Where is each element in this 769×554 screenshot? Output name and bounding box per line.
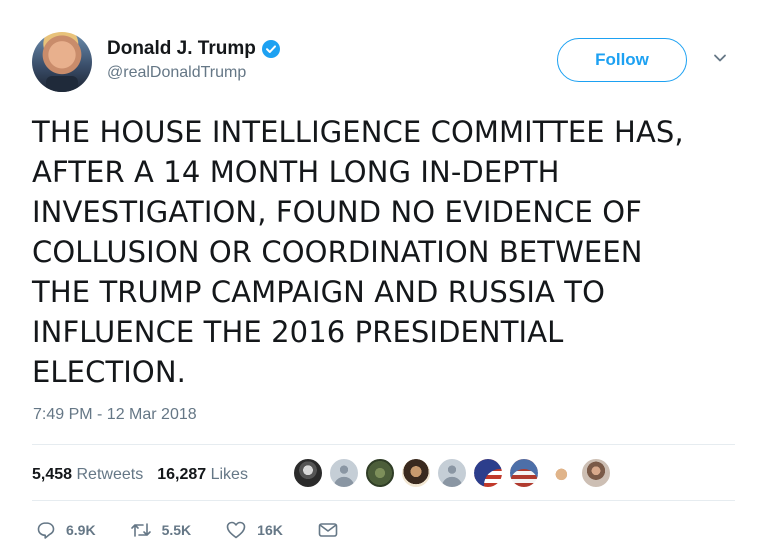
tweet-text-line: COLLUSION OR COORDINATION BETWEEN xyxy=(32,235,643,269)
tweet-text-line: THE HOUSE INTELLIGENCE COMMITTEE HAS, xyxy=(32,115,684,149)
tweet-text-line: INVESTIGATION, FOUND NO EVIDENCE OF xyxy=(32,195,642,229)
retweet-button[interactable]: 5.5K xyxy=(130,520,192,540)
divider xyxy=(32,444,735,445)
tweet-stats: 5,458 Retweets 16,287 Likes xyxy=(32,460,262,490)
liker-avatar[interactable] xyxy=(437,458,467,488)
likes-stat[interactable]: 16,287 Likes xyxy=(157,466,248,484)
likers-avatars xyxy=(293,458,611,488)
like-button[interactable]: 16K xyxy=(225,520,283,540)
liker-avatar[interactable] xyxy=(365,458,395,488)
liker-avatar[interactable] xyxy=(401,458,431,488)
retweet-icon xyxy=(130,523,151,537)
like-count: 16K xyxy=(257,522,283,538)
likes-count: 16,287 xyxy=(157,466,207,483)
liker-avatar[interactable] xyxy=(509,458,539,488)
reply-count: 6.9K xyxy=(66,522,96,538)
tweet-timestamp[interactable]: 7:49 PM - 12 Mar 2018 xyxy=(33,406,197,424)
retweets-stat[interactable]: 5,458 Retweets xyxy=(32,466,143,484)
tweet-text-line: AFTER A 14 MONTH LONG IN-DEPTH xyxy=(32,155,560,189)
reply-button[interactable]: 6.9K xyxy=(36,520,96,540)
chevron-down-icon[interactable] xyxy=(712,50,728,66)
retweets-count: 5,458 xyxy=(32,466,73,483)
liker-avatar[interactable] xyxy=(329,458,359,488)
verified-badge-icon xyxy=(261,40,280,58)
follow-button[interactable]: Follow xyxy=(557,38,687,82)
envelope-icon xyxy=(318,523,338,537)
liker-avatar[interactable] xyxy=(293,458,323,488)
heart-icon xyxy=(226,521,246,539)
liker-avatar[interactable] xyxy=(473,458,503,488)
tweet-header: Donald J. Trump @realDonaldTrump Follow xyxy=(32,30,737,94)
liker-avatar[interactable] xyxy=(545,458,575,488)
likes-label: Likes xyxy=(210,466,248,483)
tweet-actions: 6.9K 5.5K 16K xyxy=(36,520,383,540)
author-avatar[interactable] xyxy=(32,32,92,92)
retweet-count: 5.5K xyxy=(161,522,192,538)
retweets-label: Retweets xyxy=(76,466,144,483)
tweet-text-line: ELECTION. xyxy=(32,355,186,389)
reply-icon xyxy=(37,522,55,539)
tweet-text: THE HOUSE INTELLIGENCE COMMITTEE HAS, AF… xyxy=(32,112,732,392)
direct-message-button[interactable] xyxy=(317,520,349,540)
liker-avatar[interactable] xyxy=(581,458,611,488)
author-display-name[interactable]: Donald J. Trump xyxy=(107,38,256,60)
tweet-text-line: INFLUENCE THE 2016 PRESIDENTIAL xyxy=(32,315,564,349)
divider xyxy=(32,500,735,501)
author-handle[interactable]: @realDonaldTrump xyxy=(107,64,280,82)
tweet-text-line: THE TRUMP CAMPAIGN AND RUSSIA TO xyxy=(32,275,606,309)
author-info: Donald J. Trump @realDonaldTrump xyxy=(107,38,280,82)
